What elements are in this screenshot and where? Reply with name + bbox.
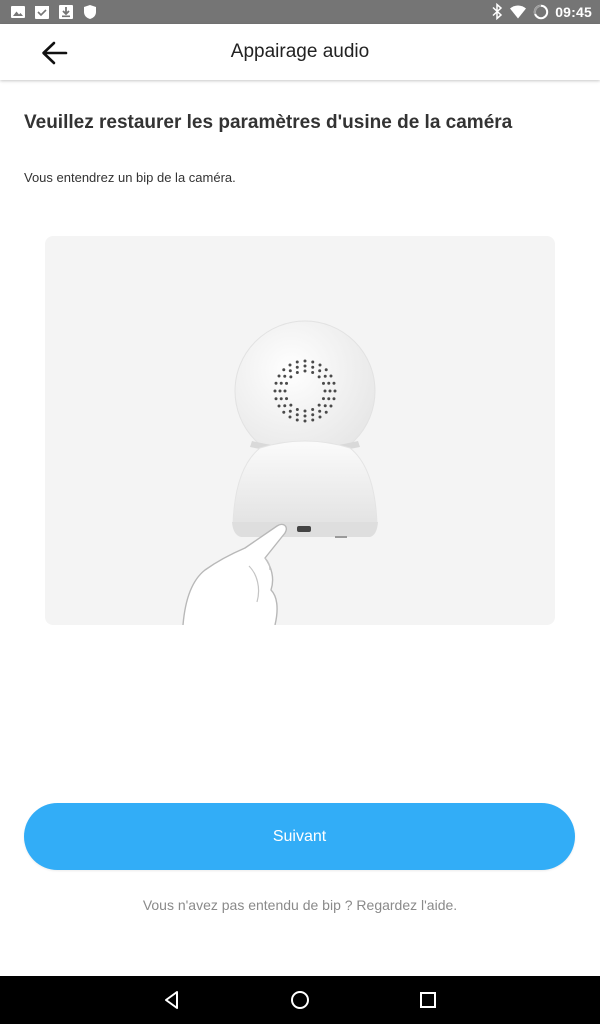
back-triangle-icon[interactable] (160, 988, 184, 1012)
download-icon (59, 5, 73, 19)
instruction-subtext: Vous entendrez un bip de la caméra. (24, 170, 236, 185)
help-link[interactable]: Vous n'avez pas entendu de bip ? Regarde… (0, 897, 600, 913)
shield-icon (84, 5, 96, 19)
camera-reset-illustration (45, 236, 555, 625)
next-button[interactable]: Suivant (24, 803, 575, 870)
image-icon (11, 6, 25, 18)
navigation-bar (0, 976, 600, 1024)
page-title: Appairage audio (230, 41, 370, 62)
status-time: 09:45 (555, 3, 592, 20)
calendar-icon (35, 6, 49, 19)
recents-square-icon[interactable] (416, 988, 440, 1012)
home-circle-icon[interactable] (288, 988, 312, 1012)
battery-icon (533, 4, 549, 19)
app-bar: Appairage audio (0, 24, 600, 80)
status-bar: 09:45 (0, 0, 600, 24)
instruction-heading: Veuillez restaurer les paramètres d'usin… (24, 112, 513, 133)
wifi-icon (510, 5, 527, 18)
bluetooth-icon (492, 3, 503, 20)
